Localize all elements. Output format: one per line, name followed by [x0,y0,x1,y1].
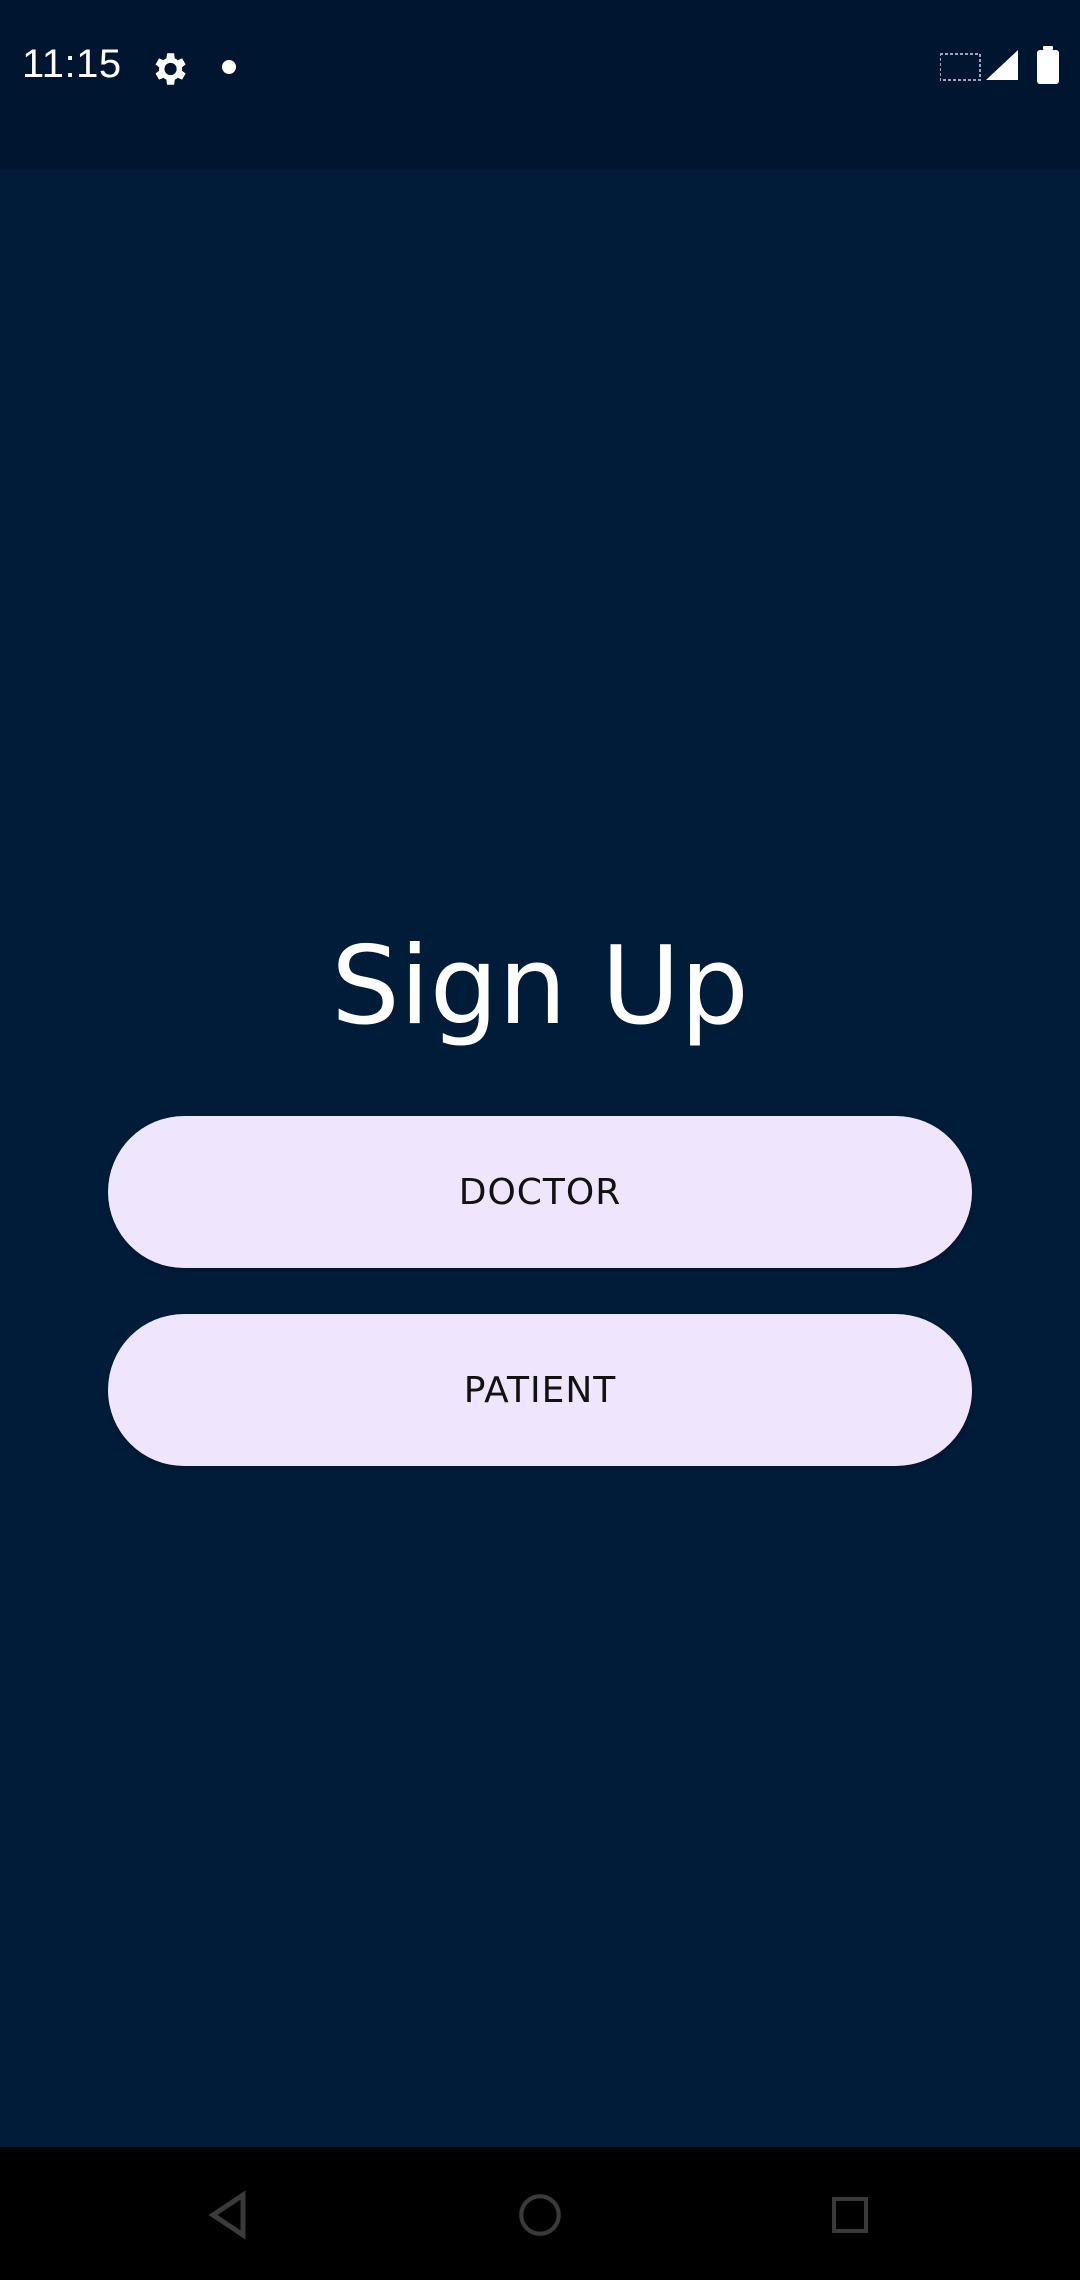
notification-dot-icon [222,60,236,74]
screen: 11:15 Sign Up DOCTOR PATIENT [0,0,1080,2280]
recents-button[interactable] [805,2175,895,2255]
back-icon [208,2190,246,2240]
home-icon [519,2194,561,2236]
doctor-button[interactable]: DOCTOR [108,1116,972,1268]
status-bar: 11:15 [0,0,1080,170]
navigation-bar [0,2147,1080,2280]
signal-icon [940,50,1018,81]
settings-gear-icon [155,53,186,85]
content-area: Sign Up DOCTOR PATIENT [0,170,1080,2147]
page-title: Sign Up [331,924,749,1050]
home-button[interactable] [495,2175,585,2255]
back-button[interactable] [183,2175,273,2255]
recents-icon [832,2197,868,2233]
battery-icon [1037,46,1059,84]
patient-button[interactable]: PATIENT [108,1314,972,1466]
status-time: 11:15 [22,42,122,86]
